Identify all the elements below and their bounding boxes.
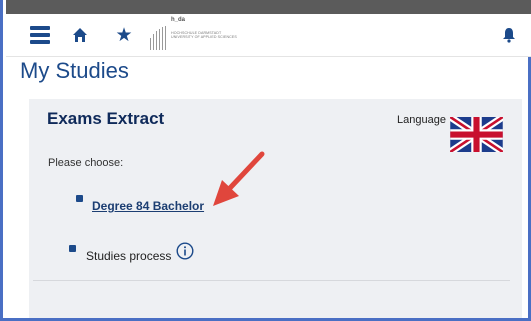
star-icon[interactable]: ★ xyxy=(114,26,134,46)
logo-text-line2: UNIVERSITY OF APPLIED SCIENCES xyxy=(171,35,237,39)
logo-bars-icon xyxy=(150,26,166,50)
bullet-icon xyxy=(76,195,83,202)
choose-label: Please choose: xyxy=(48,157,124,169)
exams-extract-panel: Exams Extract Language Please choose: De… xyxy=(29,99,522,318)
info-icon[interactable] xyxy=(176,242,194,260)
home-icon[interactable] xyxy=(72,26,88,44)
university-logo: h_da HOCHSCHULE DARMSTADT UNIVERSITY OF … xyxy=(149,17,244,51)
panel-title: Exams Extract xyxy=(47,109,165,128)
bullet-icon xyxy=(69,245,76,252)
top-bar xyxy=(6,0,531,14)
menu-icon[interactable] xyxy=(30,26,50,44)
nav-bar: ★ h_da HOCHSCHULE DARMSTADT UNIVERSITY O… xyxy=(6,14,531,57)
logo-name: h_da xyxy=(171,17,186,23)
uk-flag-icon[interactable] xyxy=(450,117,503,152)
page-title: My Studies xyxy=(20,58,129,83)
studies-process-link[interactable]: Studies process xyxy=(86,249,171,263)
bell-icon[interactable] xyxy=(501,26,517,44)
degree-link[interactable]: Degree 84 Bachelor xyxy=(92,199,204,213)
app-window: ★ h_da HOCHSCHULE DARMSTADT UNIVERSITY O… xyxy=(0,0,531,321)
divider xyxy=(33,280,510,281)
language-label: Language xyxy=(397,114,446,126)
